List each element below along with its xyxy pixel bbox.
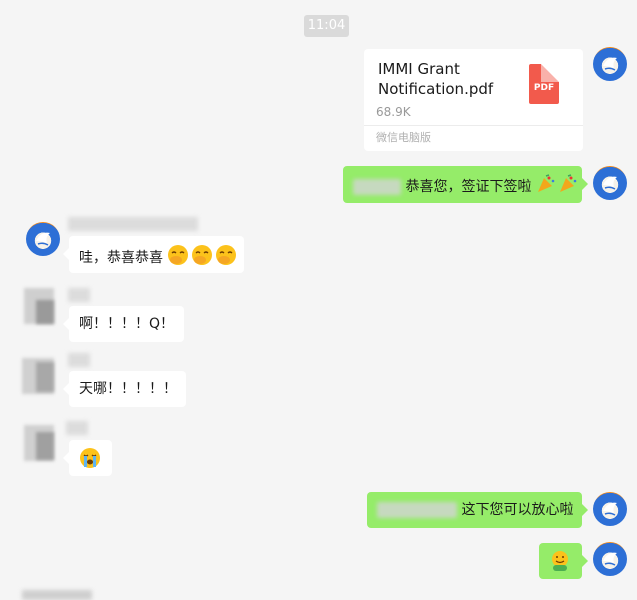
redacted-sender-name <box>68 217 198 231</box>
message-text: 天哪！！！！！ <box>79 381 177 397</box>
file-type-label: PDF <box>533 83 555 93</box>
my-avatar[interactable] <box>593 47 627 81</box>
file-source: 微信电脑版 <box>376 131 431 144</box>
laughing-hand-over-mouth-icon <box>167 244 239 272</box>
contact-avatar[interactable] <box>26 222 60 256</box>
crying-face-icon <box>79 447 101 475</box>
contact-avatar-detail <box>36 300 54 324</box>
hugging-face-icon <box>549 550 571 578</box>
file-size: 68.9K <box>376 105 411 119</box>
contact-avatar-detail <box>36 362 54 392</box>
message-bubble-incoming[interactable]: 天哪！！！！！ <box>63 371 186 407</box>
message-text: 哇，恭喜恭喜 <box>79 250 163 266</box>
redacted-sender-name <box>66 421 88 435</box>
redacted-sender-name <box>68 288 90 302</box>
my-avatar[interactable] <box>593 542 627 576</box>
redacted-sender-name <box>68 353 90 367</box>
timestamp: 11:04 <box>304 15 349 37</box>
redacted-name <box>353 179 401 195</box>
message-text: 恭喜您，签证下签啦 <box>405 179 532 195</box>
message-bubble-incoming[interactable]: 啊！！！！Q！ <box>63 306 184 342</box>
file-card-divider <box>364 125 583 126</box>
message-text: 啊！！！！Q！ <box>79 316 175 332</box>
contact-avatar-detail <box>36 432 54 460</box>
redacted-name <box>377 502 457 518</box>
message-bubble-outgoing[interactable] <box>539 543 588 579</box>
message-text: 这下您可以放心啦 <box>461 502 574 518</box>
party-popper-icon <box>536 174 580 200</box>
my-avatar[interactable] <box>593 492 627 526</box>
pdf-file-icon: PDF <box>529 64 559 104</box>
message-bubble-incoming[interactable] <box>63 440 112 476</box>
file-message-card[interactable]: IMMI Grant Notification.pdf PDF 68.9K 微信… <box>364 49 583 151</box>
message-bubble-outgoing[interactable]: 恭喜您，签证下签啦 <box>343 166 588 203</box>
my-avatar[interactable] <box>593 166 627 200</box>
file-name: IMMI Grant Notification.pdf <box>378 60 494 98</box>
redacted-sender-name <box>22 590 92 600</box>
message-bubble-outgoing[interactable]: 这下您可以放心啦 <box>367 492 588 528</box>
message-bubble-incoming[interactable]: 哇，恭喜恭喜 <box>63 236 244 273</box>
